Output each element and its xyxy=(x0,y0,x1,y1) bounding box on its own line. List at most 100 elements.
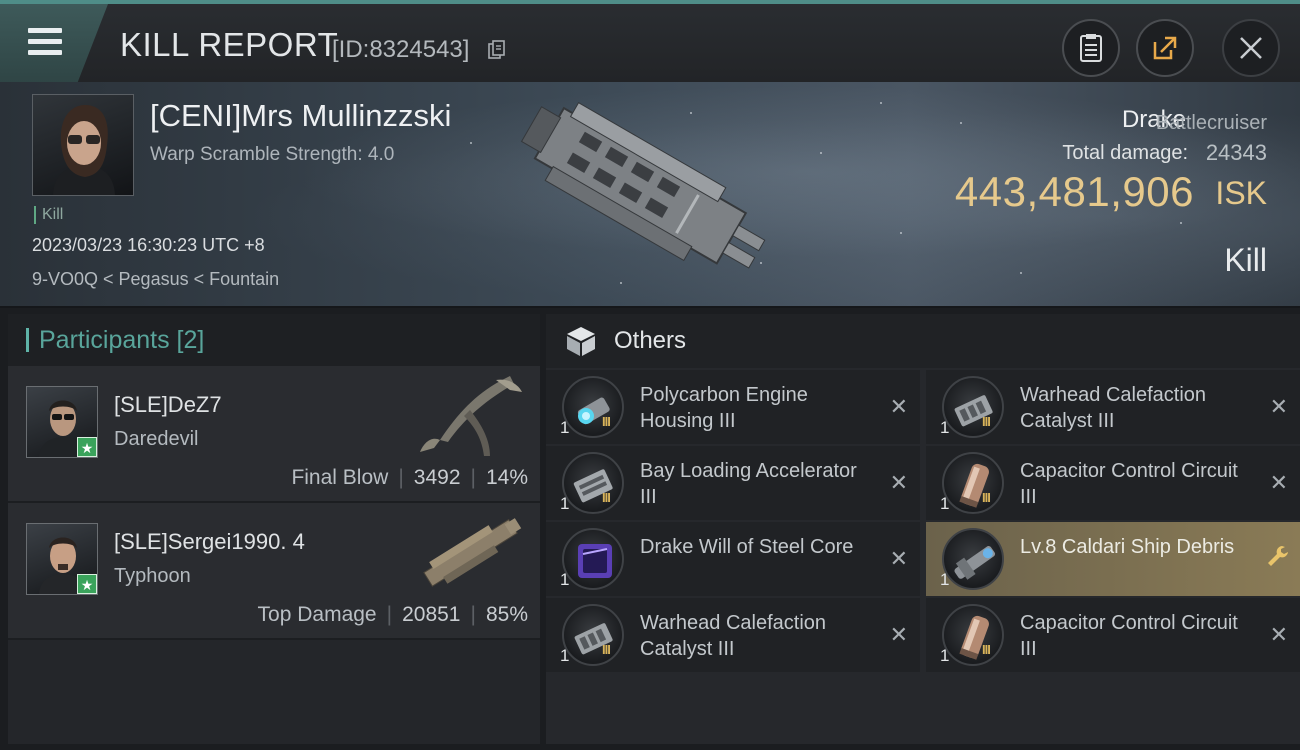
item-slot[interactable]: 1 Drake Will of Steel Core ✕ xyxy=(546,522,920,596)
divider: | xyxy=(470,603,476,626)
destroyed-icon: ✕ xyxy=(889,546,908,571)
victim-portrait[interactable] xyxy=(32,94,134,196)
kill-location[interactable]: 9-VO0Q < Pegasus < Fountain xyxy=(32,269,279,290)
victim-ship-render xyxy=(520,102,766,269)
item-quantity: 1 xyxy=(560,494,570,513)
wrench-icon[interactable] xyxy=(1266,544,1290,568)
launcher-rig-icon xyxy=(562,452,624,514)
warp-scramble-strength: Warp Scramble Strength: 4.0 xyxy=(150,144,395,165)
tier-badge: III xyxy=(982,414,991,429)
item-slot[interactable]: 1 III Warhead Calefaction Catalyst III ✕ xyxy=(926,370,1300,444)
participant-ship: Typhoon xyxy=(114,565,191,587)
participant-stats: Top Damage | 20851 | 85% xyxy=(258,603,528,627)
victim-name[interactable]: [CENI]Mrs Mullinzzski xyxy=(150,98,451,134)
item-slot[interactable]: 1 III Warhead Calefaction Catalyst III ✕ xyxy=(546,598,920,672)
participants-header: Participants [2] xyxy=(8,314,540,366)
destroyed-icon: ✕ xyxy=(1269,394,1288,419)
warhead-rig-icon xyxy=(562,604,624,666)
capacitor-rig-icon xyxy=(942,452,1004,514)
tier-badge: III xyxy=(602,414,611,429)
pilot-portrait-icon xyxy=(53,105,115,195)
menu-icon xyxy=(28,28,62,61)
destroyed-icon: ✕ xyxy=(889,470,908,495)
total-damage-value: 24343 xyxy=(1205,140,1267,165)
engine-rig-icon xyxy=(562,376,624,438)
others-panel: Others 1 III Polycarbon Engine Housing I… xyxy=(546,314,1300,744)
item-slot[interactable]: 1 III Capacitor Control Circuit III ✕ xyxy=(926,598,1300,672)
item-name: Bay Loading Accelerator III xyxy=(640,460,857,508)
participant-ship-render xyxy=(420,376,522,456)
capacitor-rig-icon xyxy=(942,604,1004,666)
item-name: Warhead Calefaction Catalyst III xyxy=(1020,384,1207,432)
kill-datetime: 2023/03/23 16:30:23 UTC +8 xyxy=(32,235,265,255)
participant-avatar[interactable]: ★ xyxy=(26,386,98,458)
participant-role: Final Blow xyxy=(291,466,389,489)
others-title: Others xyxy=(614,327,687,354)
corp-star-badge: ★ xyxy=(77,574,97,594)
item-quantity: 1 xyxy=(940,418,950,437)
close-button[interactable] xyxy=(1222,19,1280,77)
tier-badge: III xyxy=(602,642,611,657)
report-type: Kill xyxy=(1224,242,1267,278)
clipboard-icon xyxy=(1080,34,1102,62)
participant-name[interactable]: [SLE]DeZ7 xyxy=(114,392,222,418)
participant-name[interactable]: [SLE]Sergei1990. 4 xyxy=(114,529,305,555)
share-button[interactable] xyxy=(1136,19,1194,77)
participant-role: Top Damage xyxy=(257,603,377,626)
item-slot[interactable]: 1 III Capacitor Control Circuit III ✕ xyxy=(926,446,1300,520)
item-name: Drake Will of Steel Core xyxy=(640,536,854,558)
item-name: Warhead Calefaction Catalyst III xyxy=(640,612,827,660)
participants-title: Participants [2] xyxy=(39,325,205,354)
item-quantity: 1 xyxy=(560,570,570,589)
header-bar: KILL REPORT [ID:8324543] xyxy=(0,0,1300,82)
close-icon xyxy=(1240,37,1262,59)
destroyed-icon: ✕ xyxy=(1269,622,1288,647)
tier-badge: III xyxy=(602,490,611,505)
item-quantity: 1 xyxy=(940,646,950,665)
others-header: Others xyxy=(546,314,1300,368)
item-slot[interactable]: 1 Lv.8 Caldari Ship Debris xyxy=(926,522,1300,596)
participant-ship: Daredevil xyxy=(114,428,199,450)
item-quantity: 1 xyxy=(940,570,950,589)
participant-ship-render xyxy=(423,518,522,587)
item-name: Capacitor Control Circuit III xyxy=(1020,612,1238,660)
divider: | xyxy=(386,603,393,626)
warhead-rig-icon xyxy=(942,376,1004,438)
item-name: Capacitor Control Circuit III xyxy=(1020,460,1238,508)
item-quantity: 1 xyxy=(940,494,950,513)
item-quantity: 1 xyxy=(560,418,570,437)
tier-badge: III xyxy=(982,642,991,657)
victim-banner: [CENI]Mrs Mullinzzski Warp Scramble Stre… xyxy=(0,82,1300,308)
isk-unit: ISK xyxy=(1215,175,1267,211)
item-name: Polycarbon Engine Housing III xyxy=(640,384,808,432)
divider: | xyxy=(470,466,476,489)
participant-row[interactable]: ★ [SLE]Sergei1990. 4 Typhoon Top Damage … xyxy=(8,503,540,640)
report-id: [ID:8324543] xyxy=(332,36,470,63)
header-accent xyxy=(26,328,29,352)
destroyed-icon: ✕ xyxy=(889,394,908,419)
debris-icon xyxy=(942,528,1004,590)
item-quantity: 1 xyxy=(560,646,570,665)
tier-badge: III xyxy=(982,490,991,505)
participant-row[interactable]: ★ [SLE]DeZ7 Daredevil Final Blow | 3492 … xyxy=(8,366,540,503)
participant-percent: 85% xyxy=(485,603,528,626)
corp-star-badge: ★ xyxy=(77,437,97,457)
participant-avatar[interactable]: ★ xyxy=(26,523,98,595)
menu-button[interactable] xyxy=(0,4,108,82)
copy-icon[interactable] xyxy=(488,40,506,60)
item-slot[interactable]: 1 III Polycarbon Engine Housing III ✕ xyxy=(546,370,920,444)
participant-damage: 3492 xyxy=(413,466,461,489)
page-title: KILL REPORT xyxy=(120,26,339,63)
participants-panel: Participants [2] ★ [SLE]DeZ7 Daredevil F… xyxy=(8,314,540,744)
core-icon xyxy=(562,528,624,590)
divider: | xyxy=(398,466,404,489)
isk-value: 443,481,906 xyxy=(954,168,1194,215)
total-damage-label: Total damage: xyxy=(1062,142,1188,164)
participant-percent: 14% xyxy=(485,466,528,489)
kill-tag: Kill xyxy=(34,206,63,224)
destroyed-icon: ✕ xyxy=(889,622,908,647)
clipboard-button[interactable] xyxy=(1062,19,1120,77)
item-slot[interactable]: 1 III Bay Loading Accelerator III ✕ xyxy=(546,446,920,520)
participant-stats: Final Blow | 3492 | 14% xyxy=(291,466,528,490)
participant-damage: 20851 xyxy=(402,603,461,626)
